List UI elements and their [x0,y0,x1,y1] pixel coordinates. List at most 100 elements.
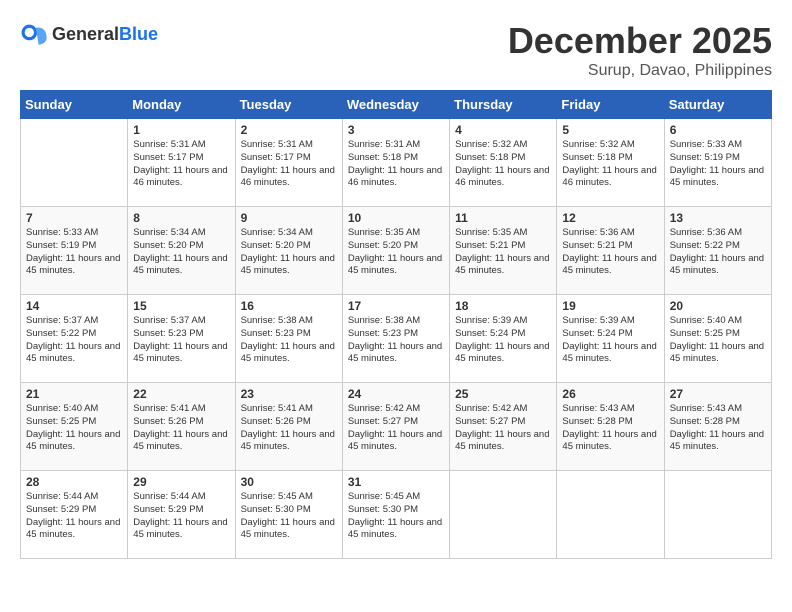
day-info: Sunrise: 5:44 AMSunset: 5:29 PMDaylight:… [133,491,229,542]
day-number: 18 [455,299,551,313]
header-saturday: Saturday [664,91,771,119]
day-info: Sunrise: 5:43 AMSunset: 5:28 PMDaylight:… [562,403,658,454]
day-number: 21 [26,387,122,401]
day-number: 24 [348,387,444,401]
day-info: Sunrise: 5:39 AMSunset: 5:24 PMDaylight:… [455,315,551,366]
logo: General Blue [20,20,158,48]
calendar-cell: 4Sunrise: 5:32 AMSunset: 5:18 PMDaylight… [450,119,557,207]
day-number: 29 [133,475,229,489]
calendar-cell [450,471,557,559]
day-info: Sunrise: 5:34 AMSunset: 5:20 PMDaylight:… [241,227,337,278]
day-info: Sunrise: 5:33 AMSunset: 5:19 PMDaylight:… [26,227,122,278]
month-title: December 2025 [508,20,772,62]
calendar-cell: 20 Sunrise: 5:40 AMSunset: 5:25 PMDayligh… [664,295,771,383]
day-number: 5 [562,123,658,137]
header-tuesday: Tuesday [235,91,342,119]
day-number: 9 [241,211,337,225]
week-row-5: 28 Sunrise: 5:44 AMSunset: 5:29 PMDayligh… [21,471,772,559]
day-info: Sunrise: 5:43 AMSunset: 5:28 PMDaylight:… [670,403,766,454]
week-row-3: 14 Sunrise: 5:37 AMSunset: 5:22 PMDayligh… [21,295,772,383]
day-info: Sunrise: 5:35 AMSunset: 5:20 PMDaylight:… [348,227,444,278]
calendar-cell: 23 Sunrise: 5:41 AMSunset: 5:26 PMDayligh… [235,383,342,471]
day-number: 8 [133,211,229,225]
day-info: Sunrise: 5:40 AMSunset: 5:25 PMDaylight:… [26,403,122,454]
day-number: 28 [26,475,122,489]
day-info: Sunrise: 5:42 AMSunset: 5:27 PMDaylight:… [348,403,444,454]
day-number: 23 [241,387,337,401]
day-number: 25 [455,387,551,401]
calendar-cell: 31 Sunrise: 5:45 AMSunset: 5:30 PMDayligh… [342,471,449,559]
title-area: December 2025 Surup, Davao, Philippines [508,20,772,80]
calendar-cell: 25 Sunrise: 5:42 AMSunset: 5:27 PMDayligh… [450,383,557,471]
day-number: 31 [348,475,444,489]
day-number: 10 [348,211,444,225]
calendar-cell: 11Sunrise: 5:35 AMSunset: 5:21 PMDayligh… [450,207,557,295]
day-info: Sunrise: 5:45 AMSunset: 5:30 PMDaylight:… [348,491,444,542]
calendar-cell: 8 Sunrise: 5:34 AMSunset: 5:20 PMDaylight… [128,207,235,295]
day-info: Sunrise: 5:41 AMSunset: 5:26 PMDaylight:… [133,403,229,454]
calendar-cell: 15Sunrise: 5:37 AMSunset: 5:23 PMDayligh… [128,295,235,383]
day-number: 13 [670,211,766,225]
logo-icon [20,20,48,48]
day-number: 7 [26,211,122,225]
calendar-cell: 18 Sunrise: 5:39 AMSunset: 5:24 PMDayligh… [450,295,557,383]
calendar-cell: 22 Sunrise: 5:41 AMSunset: 5:26 PMDayligh… [128,383,235,471]
header-monday: Monday [128,91,235,119]
calendar-cell: 3 Sunrise: 5:31 AMSunset: 5:18 PMDaylight… [342,119,449,207]
calendar-cell: 6 Sunrise: 5:33 AMSunset: 5:19 PMDaylight… [664,119,771,207]
day-number: 20 [670,299,766,313]
day-number: 14 [26,299,122,313]
header-row: SundayMondayTuesdayWednesdayThursdayFrid… [21,91,772,119]
calendar-cell: 2Sunrise: 5:31 AMSunset: 5:17 PMDaylight… [235,119,342,207]
calendar-cell: 30 Sunrise: 5:45 AMSunset: 5:30 PMDayligh… [235,471,342,559]
day-info: Sunrise: 5:32 AMSunset: 5:18 PMDaylight:… [562,139,658,190]
day-number: 22 [133,387,229,401]
logo-general: General [52,24,119,45]
day-number: 19 [562,299,658,313]
day-number: 6 [670,123,766,137]
day-info: Sunrise: 5:41 AMSunset: 5:26 PMDaylight:… [241,403,337,454]
day-info: Sunrise: 5:38 AMSunset: 5:23 PMDaylight:… [241,315,337,366]
calendar-cell: 29 Sunrise: 5:44 AMSunset: 5:29 PMDayligh… [128,471,235,559]
day-info: Sunrise: 5:42 AMSunset: 5:27 PMDaylight:… [455,403,551,454]
day-info: Sunrise: 5:44 AMSunset: 5:29 PMDaylight:… [26,491,122,542]
day-number: 30 [241,475,337,489]
day-info: Sunrise: 5:31 AMSunset: 5:17 PMDaylight:… [133,139,229,190]
calendar-cell [664,471,771,559]
day-info: Sunrise: 5:34 AMSunset: 5:20 PMDaylight:… [133,227,229,278]
day-info: Sunrise: 5:33 AMSunset: 5:19 PMDaylight:… [670,139,766,190]
header-friday: Friday [557,91,664,119]
calendar-cell: 28 Sunrise: 5:44 AMSunset: 5:29 PMDayligh… [21,471,128,559]
calendar-table: SundayMondayTuesdayWednesdayThursdayFrid… [20,90,772,559]
calendar-cell: 14 Sunrise: 5:37 AMSunset: 5:22 PMDayligh… [21,295,128,383]
day-info: Sunrise: 5:45 AMSunset: 5:30 PMDaylight:… [241,491,337,542]
day-number: 3 [348,123,444,137]
day-number: 27 [670,387,766,401]
calendar-cell: 10 Sunrise: 5:35 AMSunset: 5:20 PMDayligh… [342,207,449,295]
header-thursday: Thursday [450,91,557,119]
day-info: Sunrise: 5:37 AMSunset: 5:22 PMDaylight:… [26,315,122,366]
day-number: 1 [133,123,229,137]
page-header: General Blue December 2025 Surup, Davao,… [20,20,772,80]
day-number: 15 [133,299,229,313]
calendar-cell: 21 Sunrise: 5:40 AMSunset: 5:25 PMDayligh… [21,383,128,471]
calendar-cell: 7 Sunrise: 5:33 AMSunset: 5:19 PMDaylight… [21,207,128,295]
calendar-cell: 12Sunrise: 5:36 AMSunset: 5:21 PMDayligh… [557,207,664,295]
calendar-cell: 5 Sunrise: 5:32 AMSunset: 5:18 PMDaylight… [557,119,664,207]
calendar-cell: 26 Sunrise: 5:43 AMSunset: 5:28 PMDayligh… [557,383,664,471]
week-row-4: 21 Sunrise: 5:40 AMSunset: 5:25 PMDayligh… [21,383,772,471]
location-title: Surup, Davao, Philippines [508,62,772,80]
day-info: Sunrise: 5:31 AMSunset: 5:18 PMDaylight:… [348,139,444,190]
calendar-cell: 24 Sunrise: 5:42 AMSunset: 5:27 PMDayligh… [342,383,449,471]
header-sunday: Sunday [21,91,128,119]
day-number: 26 [562,387,658,401]
calendar-cell: 1 Sunrise: 5:31 AMSunset: 5:17 PMDaylight… [128,119,235,207]
calendar-cell [21,119,128,207]
day-info: Sunrise: 5:40 AMSunset: 5:25 PMDaylight:… [670,315,766,366]
calendar-cell: 9 Sunrise: 5:34 AMSunset: 5:20 PMDaylight… [235,207,342,295]
calendar-cell: 27 Sunrise: 5:43 AMSunset: 5:28 PMDayligh… [664,383,771,471]
day-number: 11 [455,211,551,225]
day-number: 17 [348,299,444,313]
day-number: 16 [241,299,337,313]
day-number: 4 [455,123,551,137]
